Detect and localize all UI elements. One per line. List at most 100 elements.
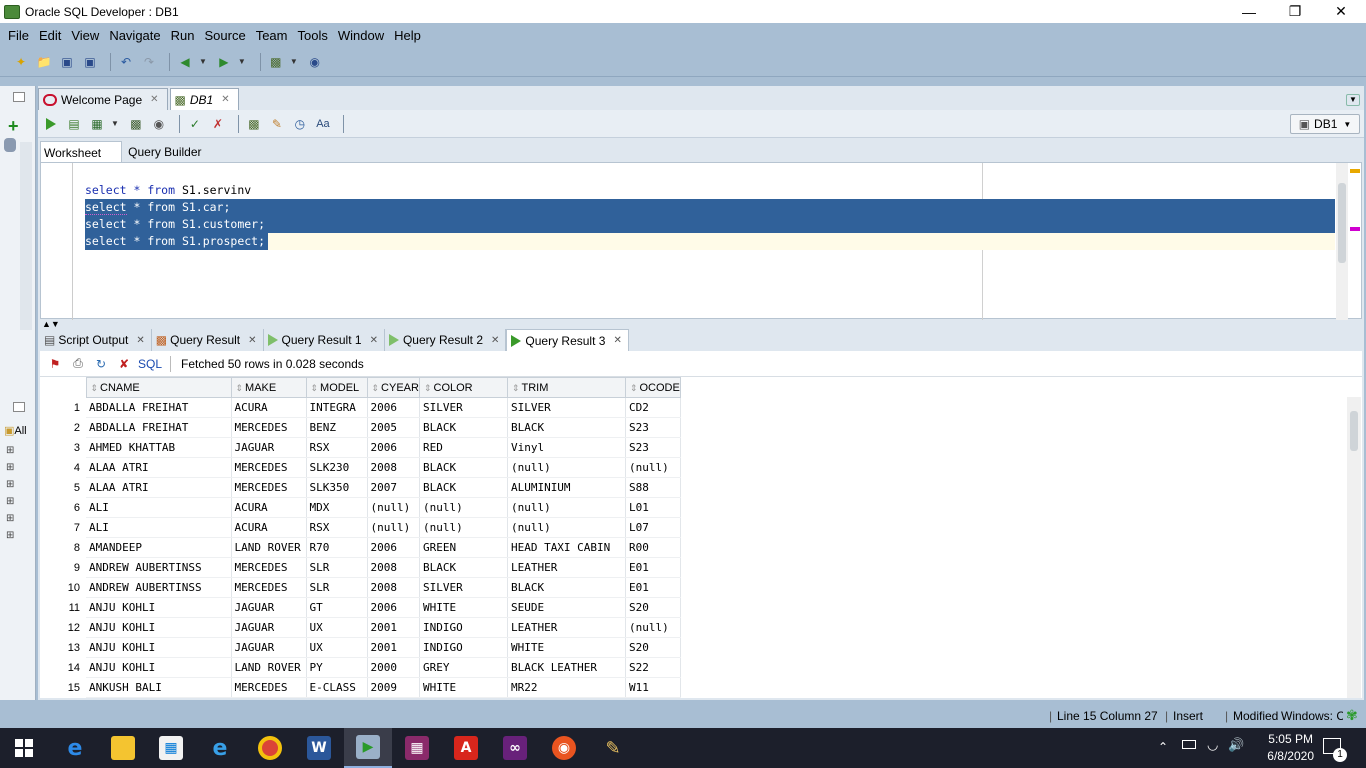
table-cell[interactable]: 2006 [367,597,420,618]
table-cell[interactable]: BLACK [419,557,508,578]
table-cell[interactable]: 2008 [367,557,420,578]
all-label[interactable]: ▣All [4,424,27,437]
menu-run[interactable]: Run [166,28,200,43]
sql-editor[interactable]: select * from S1.servinv select * from S… [40,162,1362,320]
menu-file[interactable]: File [3,28,34,43]
table-cell[interactable]: W11 [625,677,681,698]
forward-icon[interactable]: ▶ [215,53,233,71]
table-cell[interactable]: HEAD TAXI CABIN [507,537,626,558]
column-header-cyear[interactable]: ⇕ CYEAR [366,377,420,398]
table-cell[interactable]: LEATHER [507,617,626,638]
table-cell[interactable]: JAGUAR [231,637,307,658]
tab-welcome-page[interactable]: Welcome Page ✕ [38,88,168,110]
table-cell[interactable]: ANKUSH BALI [86,677,232,698]
close-window-button[interactable]: ✕ [1318,0,1364,23]
table-row[interactable]: 11 ANJU KOHLI JAGUAR GT 2006 WHITE SEUDE S20 [40,597,681,618]
table-row[interactable]: 9 ANDREW AUBERTINSS MERCEDES SLR 2008 BLACK LE… [40,557,681,578]
table-cell[interactable]: SLK350 [306,477,368,498]
table-cell[interactable]: BLACK [419,417,508,438]
sql-link[interactable]: SQL [138,357,162,371]
table-cell[interactable]: SILVER [419,577,508,598]
tab-query-builder[interactable]: Query Builder [122,141,206,163]
table-row[interactable]: 10 ANDREW AUBERTINSS MERCEDES SLR 2008 SILVER… [40,577,681,598]
close-tab-icon[interactable]: ✕ [613,335,621,346]
tab-query-result-1[interactable]: Query Result 1 ✕ [264,329,385,351]
menu-source[interactable]: Source [199,28,250,43]
table-cell[interactable]: (null) [507,497,626,518]
close-tab-icon[interactable]: ✕ [491,335,499,346]
redo-icon[interactable]: ↷ [140,53,158,71]
table-cell[interactable]: UX [306,617,368,638]
taskbar-ie[interactable]: e [196,728,244,768]
table-cell[interactable]: JAGUAR [231,597,307,618]
table-cell[interactable]: 2007 [367,477,420,498]
table-cell[interactable]: RSX [306,517,368,538]
table-cell[interactable]: BLACK [419,477,508,498]
table-cell[interactable]: L07 [625,517,681,538]
close-tab-icon[interactable]: ✕ [370,335,378,346]
table-cell[interactable]: WHITE [419,677,508,698]
table-cell[interactable]: ALI [86,517,232,538]
table-cell[interactable]: ALUMINIUM [507,477,626,498]
close-tab-icon[interactable]: ✕ [150,94,158,105]
table-cell[interactable]: INDIGO [419,617,508,638]
open-folder-icon[interactable]: 📁 [35,53,53,71]
pin-icon[interactable]: ⚑ [46,355,64,373]
format-case-icon[interactable]: Aa [314,115,332,133]
table-cell[interactable]: 2001 [367,637,420,658]
table-cell[interactable]: 2000 [367,657,420,678]
menu-view[interactable]: View [66,28,104,43]
table-cell[interactable]: AHMED KHATTAB [86,437,232,458]
table-cell[interactable]: MERCEDES [231,557,307,578]
table-cell[interactable]: BLACK [419,457,508,478]
table-cell[interactable]: (null) [625,457,681,478]
commit-icon[interactable]: ▦ [88,115,106,133]
table-row[interactable]: 4 ALAA ATRI MERCEDES SLK230 2008 BLACK (null)(… [40,457,681,478]
sql-history-icon[interactable]: ◷ [291,115,309,133]
table-cell[interactable]: BLACK LEATHER [507,657,626,678]
save-icon[interactable]: ▣ [58,53,76,71]
table-cell[interactable]: ACURA [231,497,307,518]
explain-plan-icon[interactable]: ▩ [127,115,145,133]
table-row[interactable]: 15 ANKUSH BALI MERCEDES E-CLASS 2009 WHITE MR2… [40,677,681,698]
table-cell[interactable]: ALI [86,497,232,518]
table-row[interactable]: 13 ANJU KOHLI JAGUAR UX 2001 INDIGO WHITE S20 [40,637,681,658]
minimize-panel-icon-2[interactable] [13,402,25,412]
rollback-icon[interactable]: ✗ [209,115,227,133]
table-cell[interactable]: (null) [419,497,508,518]
taskbar-store[interactable]: ▦ [147,728,195,768]
column-header-make[interactable]: ⇕ MAKE [230,377,307,398]
run-script-icon[interactable]: ▤ [65,115,83,133]
table-row[interactable]: 3 AHMED KHATTAB JAGUAR RSX 2006 RED Vinyl S23 [40,437,681,458]
table-cell[interactable]: ACURA [231,397,307,418]
table-cell[interactable]: ALAA ATRI [86,457,232,478]
table-cell[interactable]: UX [306,637,368,658]
table-cell[interactable]: 2006 [367,537,420,558]
table-row[interactable]: 5 ALAA ATRI MERCEDES SLK350 2007 BLACK ALUMINI… [40,477,681,498]
menu-edit[interactable]: Edit [34,28,66,43]
menu-navigate[interactable]: Navigate [104,28,165,43]
refresh-icon[interactable]: ↻ [92,355,110,373]
table-cell[interactable]: JAGUAR [231,617,307,638]
taskbar-ubuntu[interactable]: ◉ [540,728,588,768]
table-cell[interactable]: 2005 [367,417,420,438]
table-cell[interactable]: MERCEDES [231,417,307,438]
back-icon[interactable]: ◀ [176,53,194,71]
table-cell[interactable]: RSX [306,437,368,458]
taskbar-edge[interactable]: e [51,728,99,768]
table-cell[interactable]: 2008 [367,457,420,478]
minimize-button[interactable]: — [1226,0,1272,23]
table-cell[interactable]: ANDREW AUBERTINSS [86,557,232,578]
table-cell[interactable]: R00 [625,537,681,558]
taskbar-paint[interactable]: ✎ [589,728,637,768]
table-cell[interactable]: LAND ROVER [231,657,307,678]
table-cell[interactable]: ALAA ATRI [86,477,232,498]
table-row[interactable]: 1 ABDALLA FREIHAT ACURA INTEGRA 2006 SILVER SI… [40,397,681,418]
print-icon[interactable]: ⎙ [69,355,87,373]
new-file-icon[interactable]: ✦ [12,53,30,71]
table-cell[interactable]: 2001 [367,617,420,638]
editor-scrollbar[interactable] [1336,163,1348,320]
table-cell[interactable]: CD2 [625,397,681,418]
marker-error[interactable] [1350,227,1360,231]
table-cell[interactable]: S23 [625,417,681,438]
